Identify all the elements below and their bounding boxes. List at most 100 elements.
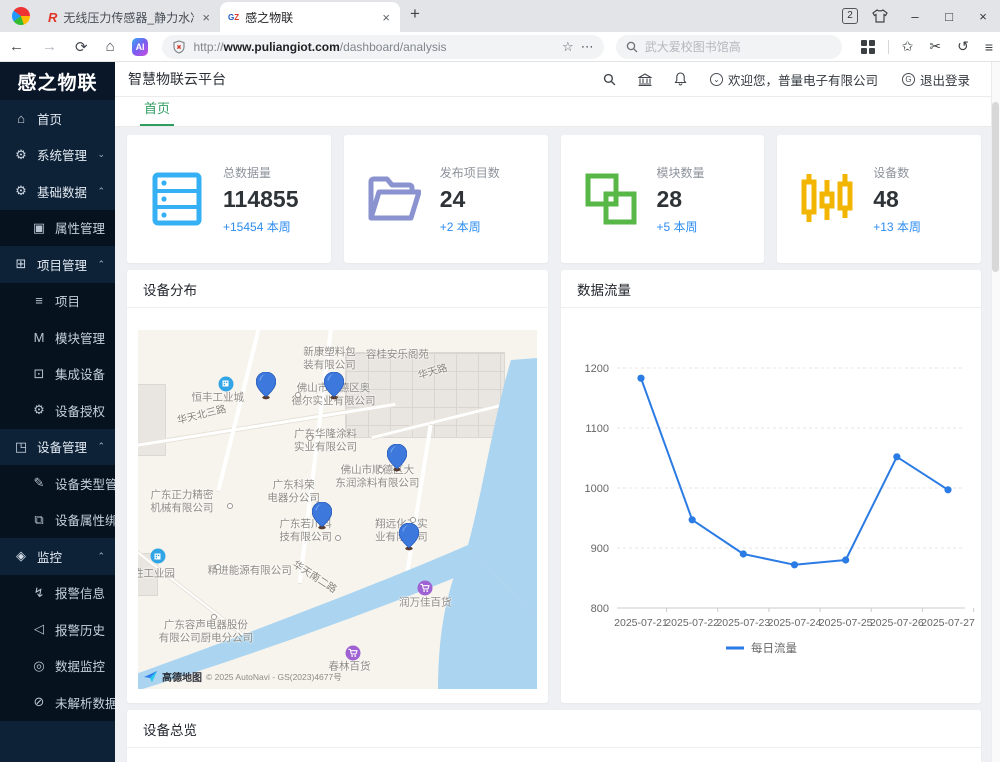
undo-icon[interactable]: ↺ [950, 38, 976, 55]
sidebar-item-project-mgmt[interactable]: ⊞项目管理⌃ [0, 246, 115, 283]
home-button[interactable]: ⌂ [97, 38, 124, 55]
map-poi-dot [211, 614, 217, 620]
y-axis-tick-label: 1100 [585, 423, 609, 435]
x-axis-tick-label: 2025-07-27 [921, 617, 975, 629]
apps-grid-icon[interactable] [854, 40, 882, 54]
sidebar-item-device-auth[interactable]: ⚙设备授权 [0, 392, 115, 429]
stat-card-modules: 模块数量 28 +5 本周 [561, 135, 765, 263]
data-point[interactable] [842, 556, 849, 563]
legend-label[interactable]: 每日流量 [751, 641, 797, 655]
sidebar-item-attribute-mgmt[interactable]: ▣属性管理 [0, 210, 115, 247]
sidebar-item-alarm-info[interactable]: ↯报警信息 [0, 575, 115, 612]
new-tab-button[interactable]: + [410, 4, 420, 24]
url-text[interactable]: http://www.puliangiot.com/dashboard/anal… [193, 40, 555, 54]
sidebar-item-home[interactable]: ⌂首页 [0, 100, 115, 137]
sidebar-item-device-attr-bind[interactable]: ⧉设备属性绑定 [0, 502, 115, 539]
browser-tab-2[interactable]: GZ 感之物联 × [220, 2, 400, 32]
sidebar-item-monitoring[interactable]: ◈监控⌃ [0, 538, 115, 575]
user-circle-icon: ⌄ [710, 73, 723, 86]
sidebar-item-alarm-history[interactable]: ◁报警历史 [0, 611, 115, 648]
bookmark-star-icon[interactable]: ☆ [562, 39, 574, 55]
map-poi-dot [295, 392, 301, 398]
sidebar-item-label: 项目管理 [37, 255, 87, 274]
stat-delta: +15454 本周 [223, 218, 298, 235]
chevron-icon: ⌄ [97, 149, 105, 160]
map-cart-icon [346, 646, 361, 661]
sidebar-item-system-mgmt[interactable]: ⚙系统管理⌄ [0, 137, 115, 174]
scissors-icon[interactable]: ✂ [922, 38, 948, 55]
org-building-icon[interactable] [627, 73, 663, 86]
map-poi-dot [227, 503, 233, 509]
address-bar[interactable]: http://www.puliangiot.com/dashboard/anal… [162, 35, 603, 59]
browser-menu-icon[interactable]: ≡ [978, 39, 1000, 55]
data-point[interactable] [791, 561, 798, 568]
back-button[interactable]: ← [0, 38, 33, 55]
sidebar-item-module-mgmt[interactable]: M模块管理 [0, 319, 115, 356]
header-search-icon[interactable] [592, 73, 627, 86]
tab1-favicon: R [48, 10, 57, 25]
welcome-user[interactable]: ⌄ 欢迎您，普量电子有限公司 [698, 70, 890, 89]
insecure-shield-icon[interactable] [172, 40, 186, 54]
favorites-icon[interactable]: ✩ [895, 38, 921, 55]
data-flow-card: 数据流量 8009001000110012002025-07-212025-07… [561, 270, 981, 703]
browser-logo-icon[interactable] [12, 7, 30, 25]
page-tab-bar: 首页 [115, 97, 1000, 127]
map-device-marker[interactable] [324, 372, 344, 405]
scrollbar-thumb[interactable] [992, 102, 999, 272]
map-poi-dot [335, 535, 341, 541]
data-monitor-icon: ◎ [32, 658, 46, 674]
sidebar-item-base-data[interactable]: ⚙基础数据⌃ [0, 173, 115, 210]
sidebar-item-integrated-device[interactable]: ⊡集成设备 [0, 356, 115, 393]
data-point[interactable] [944, 486, 951, 493]
forward-button[interactable]: → [33, 38, 66, 55]
line-chart[interactable]: 8009001000110012002025-07-212025-07-2220… [561, 310, 981, 703]
tab-home[interactable]: 首页 [140, 98, 174, 126]
map-device-marker[interactable] [387, 444, 407, 477]
theme-shirt-icon[interactable] [872, 9, 888, 23]
data-point[interactable] [893, 453, 900, 460]
window-minimize-button[interactable]: – [898, 9, 932, 24]
browser-search-box[interactable]: 武大爱校图书馆高 [616, 35, 842, 59]
sidebar-item-label: 项目 [55, 291, 80, 310]
browser-navbar: ← → ⟳ ⌂ AI http://www.puliangiot.com/das… [0, 32, 1000, 62]
stat-card-database: 总数据量 114855 +15454 本周 [127, 135, 331, 263]
stat-value: 114855 [223, 186, 298, 213]
device-overview-card: 设备总览 [127, 710, 981, 762]
tab-count-badge[interactable]: 2 [842, 8, 858, 24]
tab1-close-icon[interactable]: × [200, 10, 212, 25]
x-axis-tick-label: 2025-07-25 [819, 617, 873, 629]
notification-bell-icon[interactable] [663, 72, 698, 86]
sidebar-item-unparsed-data[interactable]: ⊘未解析数据 [0, 684, 115, 721]
window-maximize-button[interactable]: □ [932, 9, 966, 24]
ai-assistant-button[interactable]: AI [132, 38, 149, 56]
device-attr-bind-icon: ⧉ [32, 512, 46, 528]
map-device-marker[interactable] [256, 372, 276, 405]
device-mgmt-icon: ◳ [14, 439, 28, 455]
welcome-text: 欢迎您，普量电子有限公司 [728, 70, 878, 89]
map-device-marker[interactable] [399, 523, 419, 556]
map-device-marker[interactable] [312, 502, 332, 535]
chevron-icon: ⌃ [97, 186, 105, 197]
window-close-button[interactable]: × [966, 9, 1000, 24]
scrollbar-track[interactable] [991, 62, 1000, 762]
browser-tab-1[interactable]: R 无线压力传感器_静力水准仪_ × [40, 2, 220, 32]
sidebar-item-label: 系统管理 [37, 145, 87, 164]
main-content: 总数据量 114855 +15454 本周 发布项目数 24 +2 本周 模块数… [115, 127, 1000, 762]
data-point[interactable] [740, 550, 747, 557]
search-placeholder: 武大爱校图书馆高 [645, 38, 741, 55]
logout-button[interactable]: G 退出登录 [890, 70, 982, 89]
project-mgmt-icon: ⊞ [14, 256, 28, 272]
monitoring-icon: ◈ [14, 548, 28, 564]
map[interactable]: 新康塑料包 装有限公司容桂安乐阁苑恒丰工业城华天北三路佛山市顺德区奥 德尔实业有… [138, 330, 537, 689]
url-more-icon[interactable]: ⋯ [581, 39, 594, 55]
sidebar-item-project[interactable]: ≡项目 [0, 283, 115, 320]
sidebar-item-device-mgmt[interactable]: ◳设备管理⌃ [0, 429, 115, 466]
amap-logo-text[interactable]: 高德地图 [162, 669, 202, 684]
map-place-label: 广东华隆涂料 实业有限公司 [294, 428, 357, 454]
sidebar-item-device-type-mgmt[interactable]: ✎设备类型管理 [0, 465, 115, 502]
tab2-close-icon[interactable]: × [380, 10, 392, 25]
data-point[interactable] [637, 375, 644, 382]
reload-button[interactable]: ⟳ [66, 38, 97, 56]
sidebar-item-data-monitor[interactable]: ◎数据监控 [0, 648, 115, 685]
data-point[interactable] [689, 516, 696, 523]
